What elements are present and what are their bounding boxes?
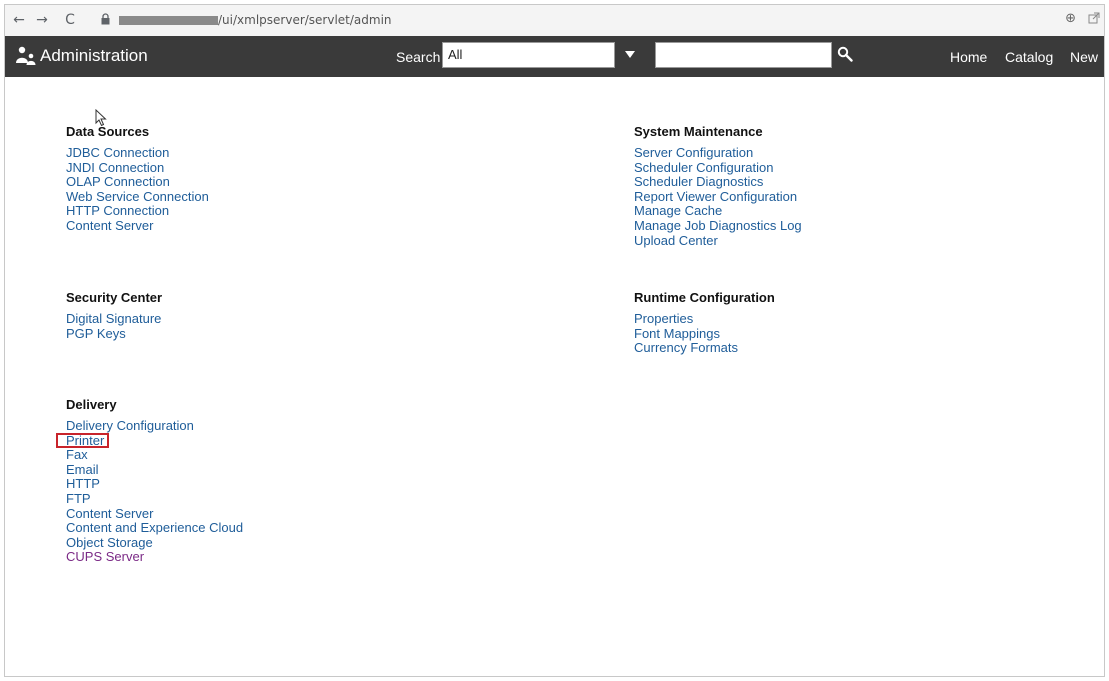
browser-address-bar: ← → C /ui/xmlpserver/servlet/admin ⊕ [5,5,1104,37]
link-jdbc-connection[interactable]: JDBC Connection [66,145,209,161]
link-delivery-configuration[interactable]: Delivery Configuration [66,418,243,434]
link-font-mappings[interactable]: Font Mappings [634,326,738,342]
link-scheduler-diagnostics[interactable]: Scheduler Diagnostics [634,175,802,190]
url-path[interactable]: /ui/xmlpserver/servlet/admin [218,13,392,27]
link-content-and-experience-cloud[interactable]: Content and Experience Cloud [66,521,243,536]
link-upload-center[interactable]: Upload Center [634,233,802,249]
link-jndi-connection[interactable]: JNDI Connection [66,160,209,176]
forward-arrow-icon[interactable]: → [33,11,51,29]
link-http[interactable]: HTTP [66,477,243,492]
link-olap-connection[interactable]: OLAP Connection [66,175,209,190]
back-arrow-icon[interactable]: ← [10,11,28,29]
link-cups-server[interactable]: CUPS Server [66,550,243,565]
link-properties[interactable]: Properties [634,311,738,327]
nav-new-link[interactable]: New [1070,49,1098,65]
browser-window: ← → C /ui/xmlpserver/servlet/admin ⊕ Adm… [4,4,1105,677]
link-content-server[interactable]: Content Server [66,218,209,234]
link-content-server-delivery[interactable]: Content Server [66,506,243,522]
link-scheduler-configuration[interactable]: Scheduler Configuration [634,160,802,176]
link-http-connection[interactable]: HTTP Connection [66,204,209,219]
link-pgp-keys[interactable]: PGP Keys [66,326,161,342]
reload-icon[interactable]: C [61,11,79,29]
search-icon[interactable] [837,46,853,62]
link-report-viewer-configuration[interactable]: Report Viewer Configuration [634,189,802,205]
link-server-configuration[interactable]: Server Configuration [634,145,802,161]
page-title: Administration [40,46,148,65]
link-manage-cache[interactable]: Manage Cache [634,204,802,219]
search-scope-select[interactable]: All [442,42,615,68]
data-sources-links: JDBC Connection JNDI Connection OLAP Con… [66,145,209,234]
redacted-host [119,16,218,25]
link-fax[interactable]: Fax [66,448,243,463]
section-title-data-sources: Data Sources [66,124,150,139]
section-title-security-center: Security Center [66,290,163,305]
app-header: Administration Search All Home Catalog N… [5,36,1104,77]
runtime-configuration-links: Properties Font Mappings Currency Format… [634,311,738,356]
link-ftp[interactable]: FTP [66,491,243,507]
section-title-runtime-configuration: Runtime Configuration [634,290,775,305]
open-external-icon[interactable] [1088,12,1100,24]
lock-icon [101,13,110,25]
link-currency-formats[interactable]: Currency Formats [634,341,738,356]
nav-home-link[interactable]: Home [950,49,987,65]
printer-highlight-box [56,433,109,448]
link-manage-job-diagnostics-log[interactable]: Manage Job Diagnostics Log [634,218,802,234]
search-input[interactable] [655,42,832,68]
search-label: Search [396,49,441,65]
security-center-links: Digital Signature PGP Keys [66,311,161,342]
nav-catalog-link[interactable]: Catalog [1005,49,1053,65]
administration-icon [16,46,36,65]
link-web-service-connection[interactable]: Web Service Connection [66,189,209,205]
dropdown-arrow-icon[interactable] [625,51,635,58]
link-digital-signature[interactable]: Digital Signature [66,311,161,327]
section-title-system-maintenance: System Maintenance [634,124,763,139]
section-title-delivery: Delivery [66,397,117,412]
link-object-storage[interactable]: Object Storage [66,535,243,551]
zoom-icon[interactable]: ⊕ [1065,11,1076,26]
mouse-pointer-icon [95,109,107,127]
system-maintenance-links: Server Configuration Scheduler Configura… [634,145,802,249]
link-email[interactable]: Email [66,462,243,478]
